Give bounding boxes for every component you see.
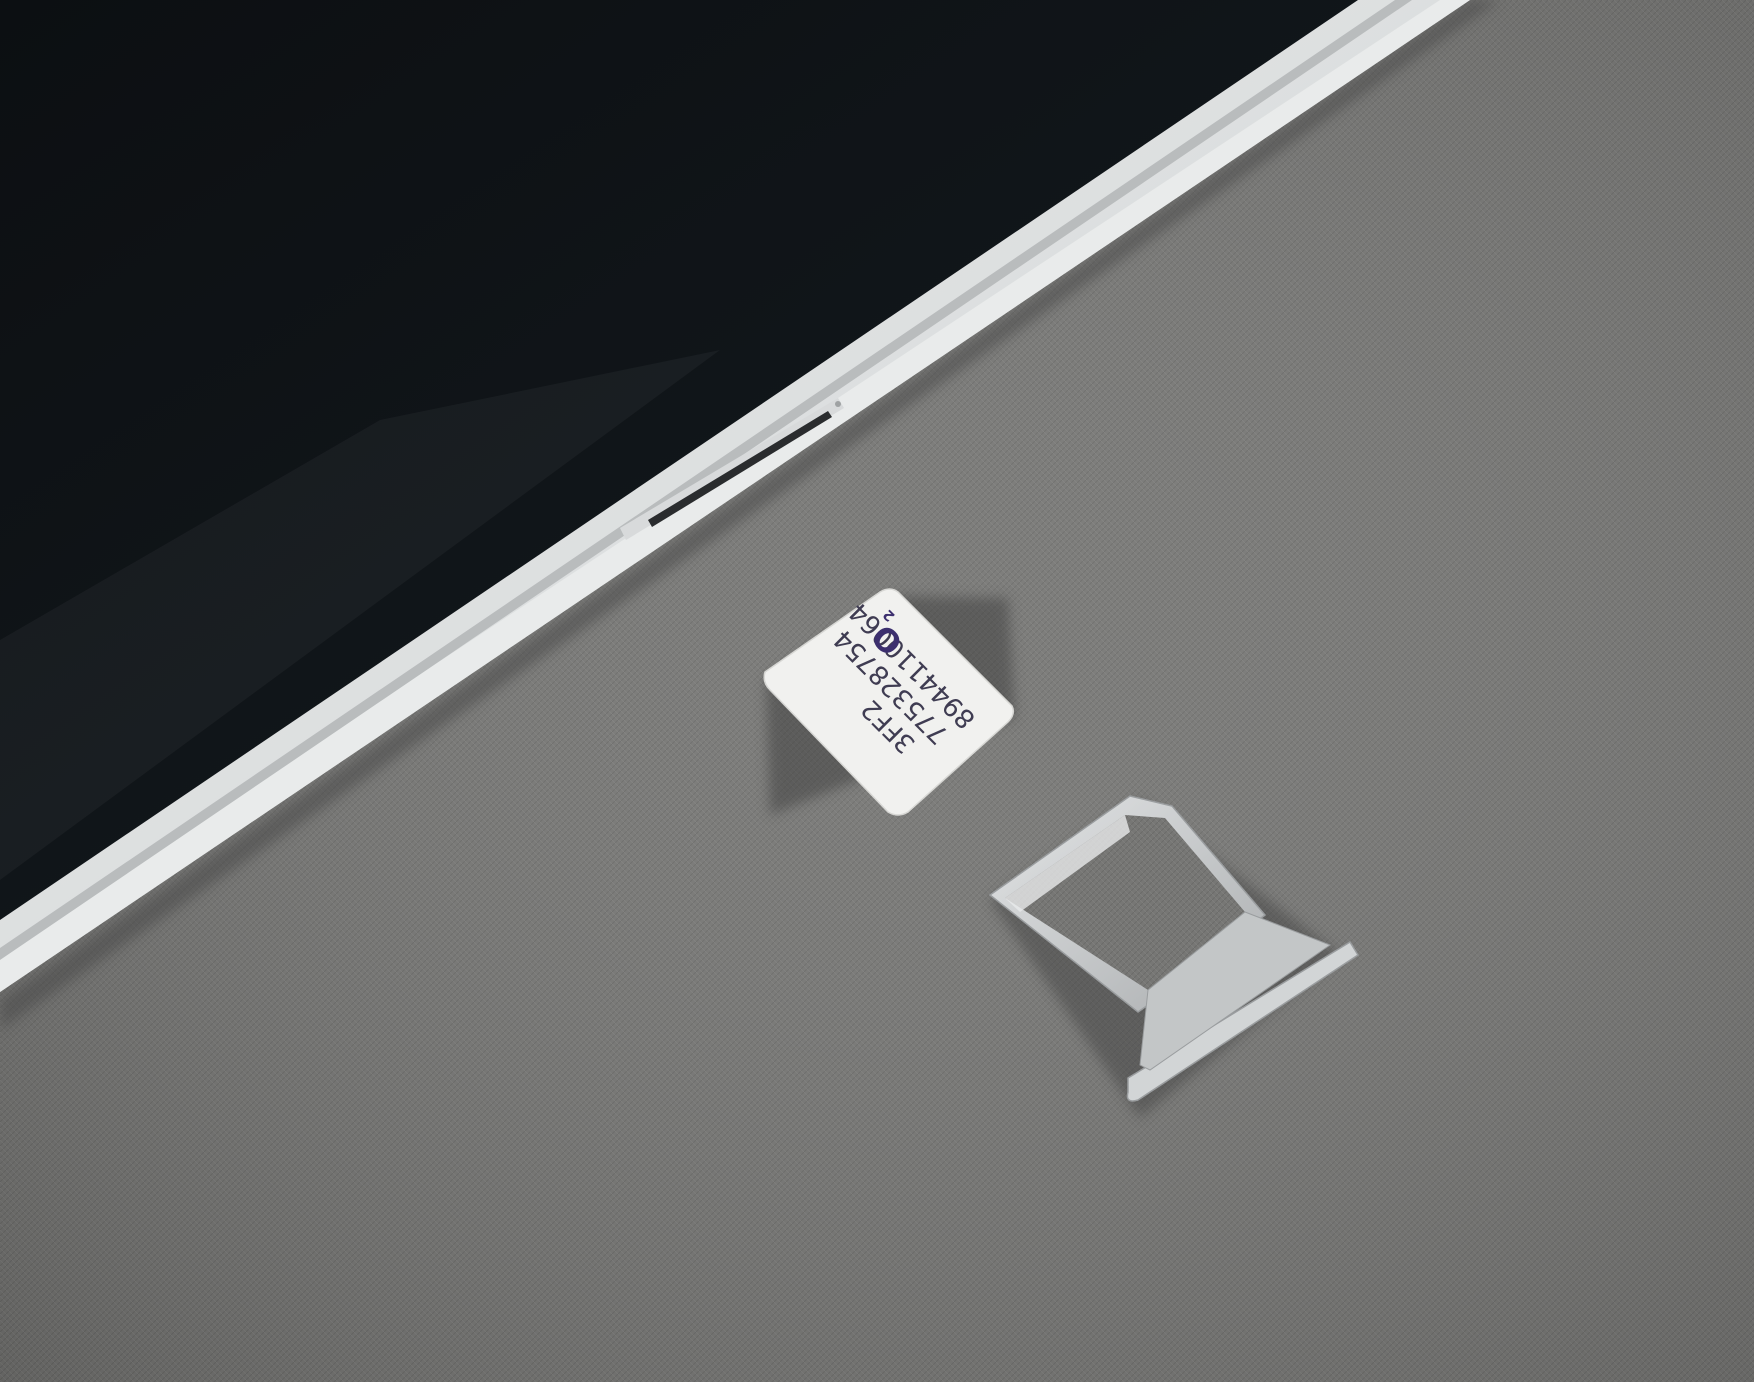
photo-canvas: 3FF2 7753287​54 8944110064 O 2: [0, 0, 1754, 1382]
photo-scene: 3FF2 7753287​54 8944110064 O 2: [0, 0, 1754, 1382]
